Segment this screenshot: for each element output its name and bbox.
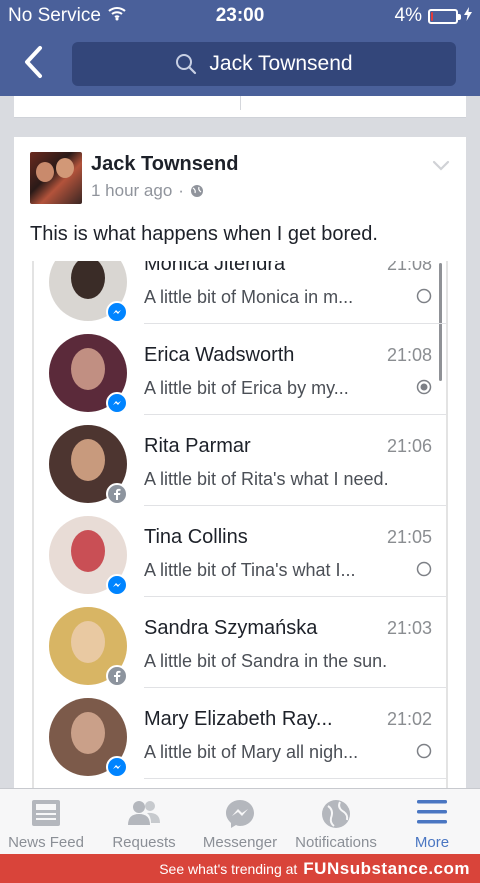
search-value: Jack Townsend bbox=[209, 52, 353, 75]
tab-news-feed[interactable]: News Feed bbox=[0, 789, 92, 855]
contact-name: Monica Jitendra bbox=[144, 261, 286, 275]
message-preview: A little bit of Monica in m... bbox=[144, 287, 354, 307]
row-divider bbox=[144, 778, 446, 779]
watermark-banner[interactable]: See what's trending at FUNsubstance.com bbox=[0, 854, 480, 883]
conversation-row[interactable]: Monica Jitendra 21:08 A little bit of Moni… bbox=[34, 261, 446, 324]
tab-more[interactable]: More bbox=[392, 789, 472, 855]
battery-percent: 4% bbox=[394, 5, 422, 26]
post-author[interactable]: Jack Townsend bbox=[91, 153, 238, 176]
contact-face bbox=[71, 712, 105, 754]
globe-icon bbox=[190, 185, 203, 197]
status-bar: No Service 23:00 4% bbox=[0, 0, 480, 32]
contact-name: Erica Wadsworth bbox=[144, 344, 295, 366]
message-preview: A little bit of Rita's what I need. bbox=[144, 469, 389, 489]
tab-label: More bbox=[414, 834, 450, 851]
meta-separator: · bbox=[178, 181, 184, 200]
post-card: Jack Townsend 1 hour ago · This is what … bbox=[14, 137, 466, 797]
facebook-badge-icon bbox=[106, 665, 128, 687]
message-preview: A little bit of Mary all nigh... bbox=[144, 742, 359, 762]
search-bar[interactable]: Jack Townsend bbox=[72, 42, 456, 86]
conversation-row[interactable]: Tina Collins 21:05 A little bit of Tina's … bbox=[34, 506, 446, 597]
watermark-brand: FUNsubstance.com bbox=[303, 858, 470, 878]
messenger-badge-icon bbox=[106, 392, 128, 414]
message-preview: A little bit of Tina's what I... bbox=[144, 560, 356, 580]
tab-requests[interactable]: Requests bbox=[98, 789, 190, 855]
chevron-down-icon bbox=[432, 160, 450, 171]
back-button[interactable] bbox=[18, 44, 50, 80]
menu-icon bbox=[416, 798, 448, 830]
contact-face bbox=[71, 261, 105, 299]
message-time: 21:08 bbox=[386, 345, 432, 365]
search-icon bbox=[176, 54, 197, 75]
contact-face bbox=[71, 348, 105, 390]
post-timestamp[interactable]: 1 hour ago bbox=[91, 181, 172, 201]
news-feed-icon bbox=[30, 798, 62, 832]
conversation-row[interactable]: Mary Elizabeth Ray... 21:02 A little bit o… bbox=[34, 688, 446, 779]
tab-label: Messenger bbox=[202, 834, 278, 851]
conversation-row[interactable]: Erica Wadsworth 21:08 A little bit of Eric… bbox=[34, 324, 446, 415]
messenger-icon bbox=[224, 798, 256, 834]
post-meta: 1 hour ago · bbox=[91, 181, 204, 201]
message-time: 21:06 bbox=[386, 436, 432, 456]
contact-face bbox=[71, 439, 105, 481]
post-text: This is what happens when I get bored. bbox=[30, 223, 378, 245]
tab-bar: News Feed Requests Messenger Notificatio… bbox=[0, 788, 480, 854]
author-avatar[interactable] bbox=[30, 152, 82, 204]
message-time: 21:05 bbox=[386, 527, 432, 547]
seen-status-icon bbox=[416, 379, 432, 400]
sent-status-icon bbox=[416, 743, 432, 764]
message-preview: A little bit of Erica by my... bbox=[144, 378, 349, 398]
tab-label: Notifications bbox=[295, 834, 377, 851]
globe-icon bbox=[320, 798, 352, 834]
chevron-left-icon bbox=[25, 46, 42, 78]
contact-name: Rita Parmar bbox=[144, 435, 251, 457]
contact-face bbox=[71, 530, 105, 572]
sent-status-icon bbox=[416, 561, 432, 582]
contact-name: Tina Collins bbox=[144, 526, 248, 548]
friend-requests-icon bbox=[126, 798, 162, 832]
message-time: 21:08 bbox=[386, 261, 432, 274]
charging-icon bbox=[464, 5, 472, 27]
status-right: 4% bbox=[395, 5, 472, 27]
contact-name: Mary Elizabeth Ray... bbox=[144, 708, 333, 730]
message-time: 21:03 bbox=[386, 618, 432, 638]
contact-name: Sandra Szymańska bbox=[144, 617, 318, 639]
tab-label: Requests bbox=[112, 834, 176, 851]
action-divider bbox=[240, 96, 241, 110]
sent-status-icon bbox=[416, 288, 432, 309]
messenger-badge-icon bbox=[106, 301, 128, 323]
contact-face bbox=[71, 621, 105, 663]
conversation-row[interactable]: Sandra Szymańska 21:03 A little bit of San… bbox=[34, 597, 446, 688]
messenger-badge-icon bbox=[106, 574, 128, 596]
messenger-badge-icon bbox=[106, 756, 128, 778]
battery-icon bbox=[428, 8, 461, 24]
previous-post-footer bbox=[14, 96, 466, 118]
attached-screenshot[interactable]: Monica Jitendra 21:08 A little bit of Moni… bbox=[32, 261, 448, 797]
conversation-row[interactable]: Rita Parmar 21:06 A little bit of Rita's w… bbox=[34, 415, 446, 506]
battery-level bbox=[431, 11, 433, 21]
message-time: 21:02 bbox=[386, 709, 432, 729]
tab-notifications[interactable]: Notifications bbox=[286, 789, 386, 855]
message-preview: A little bit of Sandra in the sun. bbox=[144, 651, 388, 671]
tab-label: News Feed bbox=[8, 834, 84, 851]
watermark-text: See what's trending at bbox=[159, 860, 298, 877]
post-options-button[interactable] bbox=[432, 159, 450, 177]
tab-messenger[interactable]: Messenger bbox=[194, 789, 286, 855]
app-header: No Service 23:00 4% Jack Townsend bbox=[0, 0, 480, 96]
facebook-badge-icon bbox=[106, 483, 128, 505]
